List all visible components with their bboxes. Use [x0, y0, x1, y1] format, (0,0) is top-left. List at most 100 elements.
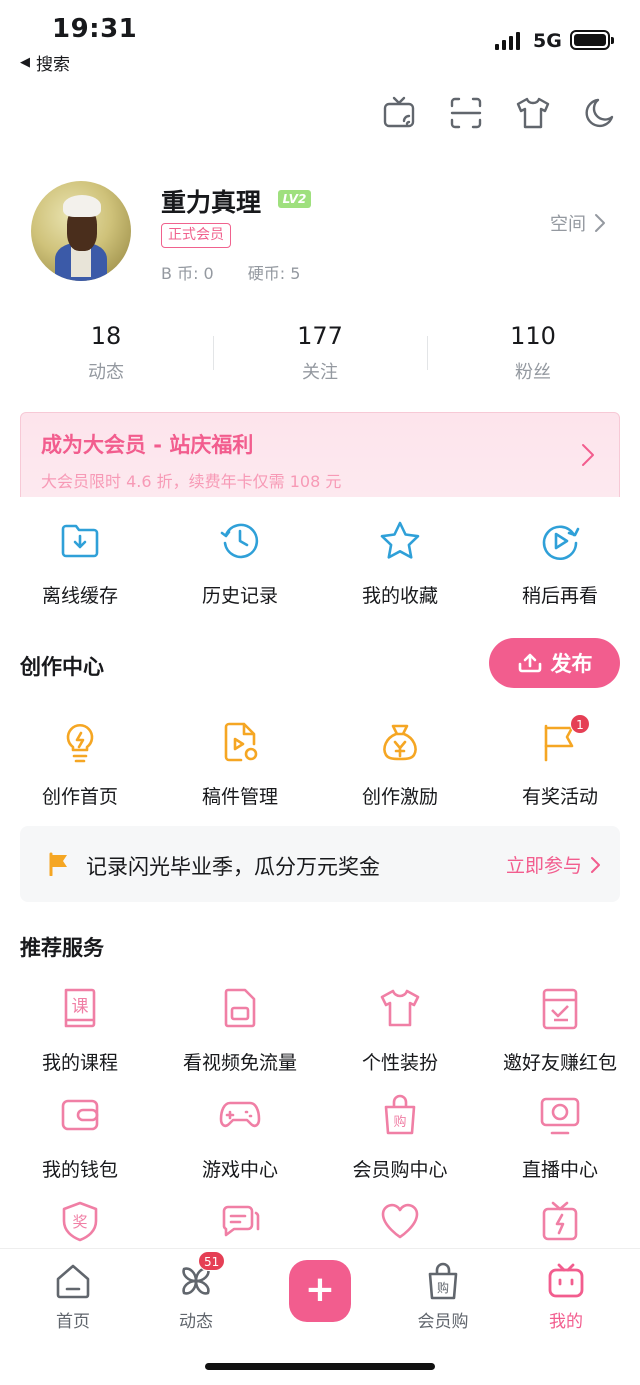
action-label: 稍后再看	[521, 585, 598, 607]
course-icon: 课	[58, 986, 102, 1030]
space-label: 空间	[550, 214, 586, 235]
stat-label: 粉丝	[515, 362, 551, 383]
heart-icon[interactable]	[378, 1199, 422, 1243]
gamepad-icon	[218, 1093, 262, 1137]
dress-up-tshirt-icon[interactable]	[515, 95, 551, 131]
invite-icon	[538, 986, 582, 1030]
upload-icon	[518, 653, 541, 673]
wallet-icon	[58, 1093, 102, 1137]
stat-following[interactable]: 177 关注	[250, 322, 390, 384]
stat-label: 动态	[88, 362, 124, 383]
bottom-nav: 首页 51 动态 + 购 会员购 我的	[0, 1248, 640, 1385]
history-button[interactable]: 历史记录	[160, 519, 320, 608]
sim-card-icon	[218, 986, 262, 1030]
stat-fans[interactable]: 110 粉丝	[463, 322, 603, 384]
back-triangle-icon: ◀	[20, 55, 30, 70]
service-label: 邀好友赚红包	[502, 1052, 617, 1074]
game-center-button[interactable]: 游戏中心	[160, 1093, 320, 1182]
back-label: 搜索	[36, 55, 70, 75]
service-label: 看视频免流量	[182, 1052, 297, 1074]
nav-label: 首页	[56, 1312, 90, 1332]
service-label: 我的钱包	[41, 1159, 118, 1181]
status-time: 19:31	[52, 14, 138, 44]
history-icon	[218, 519, 262, 563]
nav-label: 会员购	[417, 1312, 469, 1332]
stat-divider	[213, 336, 214, 370]
pinwheel-icon: 51	[176, 1251, 226, 1301]
creation-incentive-button[interactable]: 创作激励	[320, 720, 480, 809]
invite-friends-button[interactable]: 邀好友赚红包	[480, 986, 640, 1075]
message-icon[interactable]	[218, 1199, 262, 1243]
nav-dynamics[interactable]: 51 动态	[141, 1251, 251, 1332]
manuscript-manage-button[interactable]: 稿件管理	[160, 720, 320, 809]
battery-icon	[570, 30, 614, 50]
service-label: 会员购中心	[352, 1159, 448, 1181]
service-label: 个性装扮	[361, 1052, 438, 1074]
stat-number: 110	[510, 322, 556, 350]
tshirt-icon	[378, 986, 422, 1030]
avatar[interactable]	[31, 181, 131, 281]
my-wallet-button[interactable]: 我的钱包	[0, 1093, 160, 1182]
home-icon	[53, 1261, 93, 1301]
chevron-right-icon	[582, 444, 594, 466]
vip-subtitle: 大会员限时 4.6 折，续费年卡仅需 108 元	[41, 472, 342, 491]
action-label: 离线缓存	[41, 585, 118, 607]
prize-activity-button[interactable]: 1 有奖活动	[480, 714, 640, 809]
tv-face-icon	[546, 1261, 586, 1301]
live-center-button[interactable]: 直播中心	[480, 1093, 640, 1182]
my-courses-button[interactable]: 课 我的课程	[0, 986, 160, 1075]
username: 重力真理	[161, 188, 262, 217]
creation-label: 创作激励	[361, 786, 438, 808]
level-badge: LV2	[278, 190, 311, 208]
star-icon	[378, 519, 422, 563]
night-mode-moon-icon[interactable]	[582, 95, 618, 131]
manuscript-icon	[218, 720, 262, 764]
publish-label: 发布	[550, 652, 593, 676]
gift-icon[interactable]	[538, 1199, 582, 1243]
svg-text:奖: 奖	[72, 1213, 87, 1231]
space-link[interactable]: 空间	[550, 210, 606, 236]
promo-banner[interactable]: 记录闪光毕业季，瓜分万元奖金 立即参与	[20, 826, 620, 902]
service-label: 我的课程	[41, 1052, 118, 1074]
svg-text:购: 购	[437, 1280, 449, 1295]
flag-icon: 1	[538, 714, 590, 764]
scan-icon[interactable]	[448, 95, 484, 131]
vip-shop-center-button[interactable]: 购 会员购中心	[320, 1093, 480, 1182]
watch-later-button[interactable]: 稍后再看	[480, 519, 640, 608]
signal-icon	[495, 30, 520, 50]
action-label: 我的收藏	[361, 585, 438, 607]
coin-info: B 币: 0 硬币: 5	[161, 260, 300, 284]
network-type: 5G	[533, 30, 562, 52]
tv-cast-icon[interactable]	[382, 95, 418, 131]
publish-button[interactable]: 发布	[489, 638, 620, 688]
action-label: 历史记录	[201, 585, 278, 607]
creation-label: 稿件管理	[201, 786, 278, 808]
publish-plus-button[interactable]: +	[289, 1260, 351, 1322]
join-now-link[interactable]: 立即参与	[506, 851, 600, 878]
chevron-right-icon	[591, 856, 600, 873]
nav-mine[interactable]: 我的	[511, 1261, 621, 1332]
vip-title: 成为大会员 - 站庆福利	[41, 433, 254, 457]
creation-center-title: 创作中心	[20, 655, 104, 679]
nav-label: 我的	[549, 1312, 583, 1332]
stat-label: 关注	[302, 362, 338, 383]
creation-home-button[interactable]: 创作首页	[0, 720, 160, 809]
dress-up-button[interactable]: 个性装扮	[320, 986, 480, 1075]
coin-count: 硬币: 5	[247, 264, 301, 283]
award-icon[interactable]: 奖	[58, 1199, 102, 1243]
chevron-right-icon	[595, 214, 605, 232]
back-to-search-button[interactable]: ◀ 搜索	[20, 50, 70, 75]
nav-home[interactable]: 首页	[18, 1261, 128, 1332]
favorites-button[interactable]: 我的收藏	[320, 519, 480, 608]
free-data-button[interactable]: 看视频免流量	[160, 986, 320, 1075]
creation-label: 有奖活动	[521, 786, 598, 808]
promo-text: 记录闪光毕业季，瓜分万元奖金	[86, 855, 380, 879]
watch-later-icon	[538, 519, 582, 563]
stat-dynamics[interactable]: 18 动态	[36, 322, 176, 384]
offline-cache-button[interactable]: 离线缓存	[0, 519, 160, 608]
recommended-services-title: 推荐服务	[20, 936, 104, 960]
svg-text:课: 课	[72, 997, 89, 1017]
stat-number: 18	[90, 322, 122, 350]
nav-vip-shop[interactable]: 购 会员购	[388, 1261, 498, 1332]
live-icon	[538, 1093, 582, 1137]
